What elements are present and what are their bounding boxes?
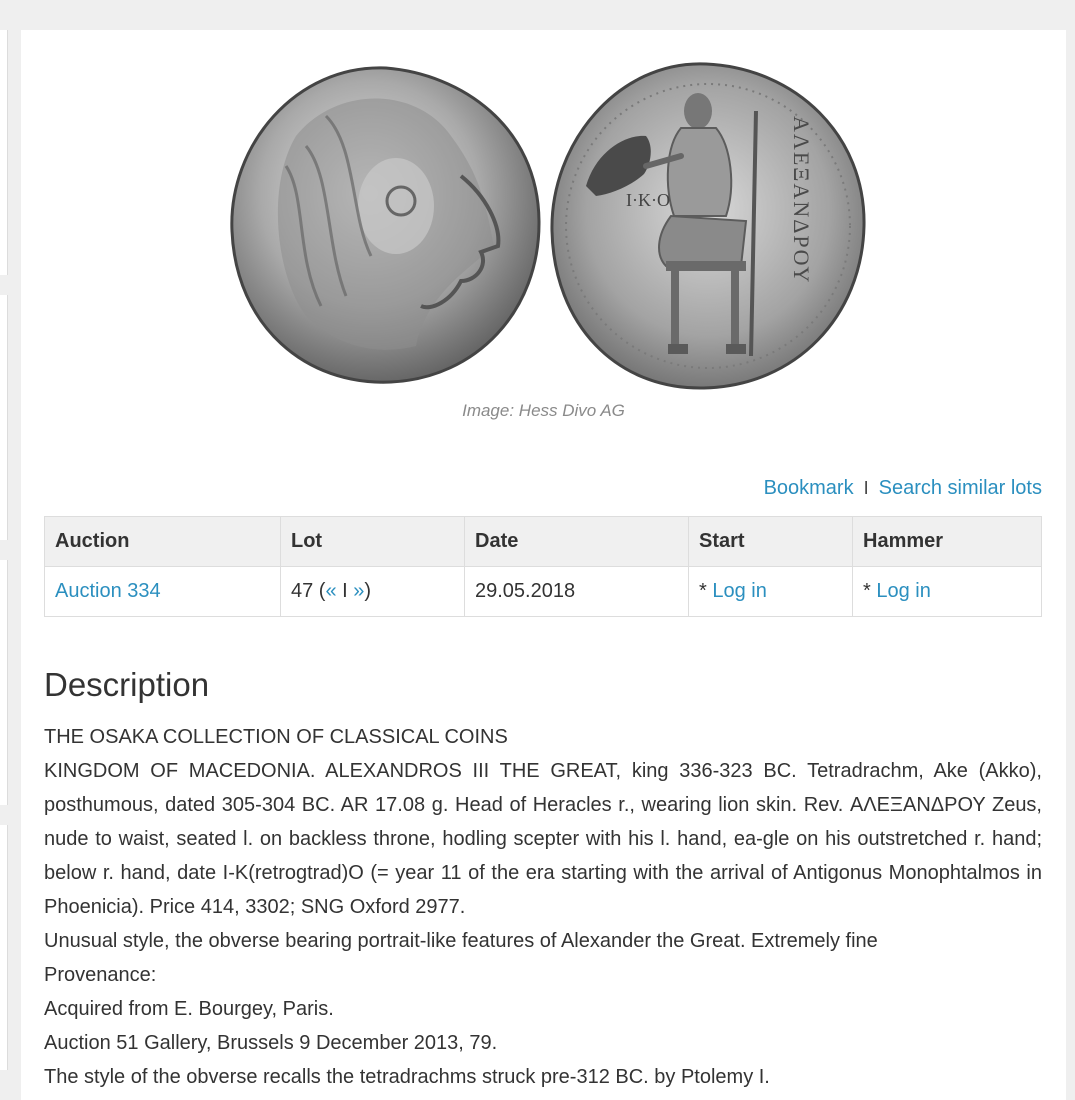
hammer-login-link[interactable]: Log in [876,580,931,602]
description-title: Description [44,666,210,703]
cell-date: 29.05.2018 [464,566,689,617]
image-caption: Image: Hess Divo AG [462,401,625,420]
header-date: Date [464,516,689,567]
actions-separator: I [863,478,869,498]
cell-hammer: * Log in [852,566,1042,617]
next-lot-link[interactable]: » [353,580,364,602]
description-body: THE OSAKA COLLECTION OF CLASSICAL COINS … [44,720,1042,1094]
lot-info-table: Auction Lot Date Start Hammer Auction 33… [44,516,1042,617]
provenance-item: Acquired from E. Bourgey, Paris. [44,998,334,1020]
coin-image[interactable]: I·K·O ΑΛΕΞΑΝΔΡΟΥ [226,56,866,396]
search-similar-lots-link[interactable]: Search similar lots [879,477,1042,499]
cell-auction: Auction 334 [44,566,281,617]
coin-legend: ΑΛΕΞΑΝΔΡΟΥ [789,116,814,284]
provenance-label: Provenance: [44,964,157,986]
lot-close-paren: ) [364,580,372,602]
coin-reverse: I·K·O ΑΛΕΞΑΝΔΡΟΥ [550,62,866,390]
lot-nav-separator: I [336,580,354,602]
left-panel-edge [0,0,8,1100]
coin-date-mark: I·K·O [626,190,670,210]
lot-number: 47 ( [291,580,326,602]
table-header-row: Auction Lot Date Start Hammer [44,516,1042,567]
auction-link[interactable]: Auction 334 [55,580,161,602]
lot-detail-card: I·K·O ΑΛΕΞΑΝΔΡΟΥ Image: Hess Divo AG Boo… [21,30,1066,1100]
description-main: KINGDOM OF MACEDONIA. ALEXANDROS III THE… [44,760,1042,918]
header-auction: Auction [44,516,281,567]
description-collection: THE OSAKA COLLECTION OF CLASSICAL COINS [44,726,508,748]
table-row: Auction 334 47 (« I ») 29.05.2018 * Log … [44,566,1042,617]
header-start: Start [688,516,853,567]
lot-actions: Bookmark I Search similar lots [764,477,1042,500]
hammer-prefix: * [863,580,877,602]
cell-start: * Log in [688,566,853,617]
previous-lot-link[interactable]: « [325,580,336,602]
description-note: The style of the obverse recalls the tet… [44,1066,770,1088]
provenance-item: Auction 51 Gallery, Brussels 9 December … [44,1032,498,1054]
start-prefix: * [699,580,713,602]
description-style: Unusual style, the obverse bearing portr… [44,930,878,952]
coin-obverse [230,66,541,384]
header-lot: Lot [280,516,465,567]
bookmark-link[interactable]: Bookmark [764,477,854,499]
header-hammer: Hammer [852,516,1042,567]
cell-lot: 47 (« I ») [280,566,465,617]
start-login-link[interactable]: Log in [712,580,767,602]
